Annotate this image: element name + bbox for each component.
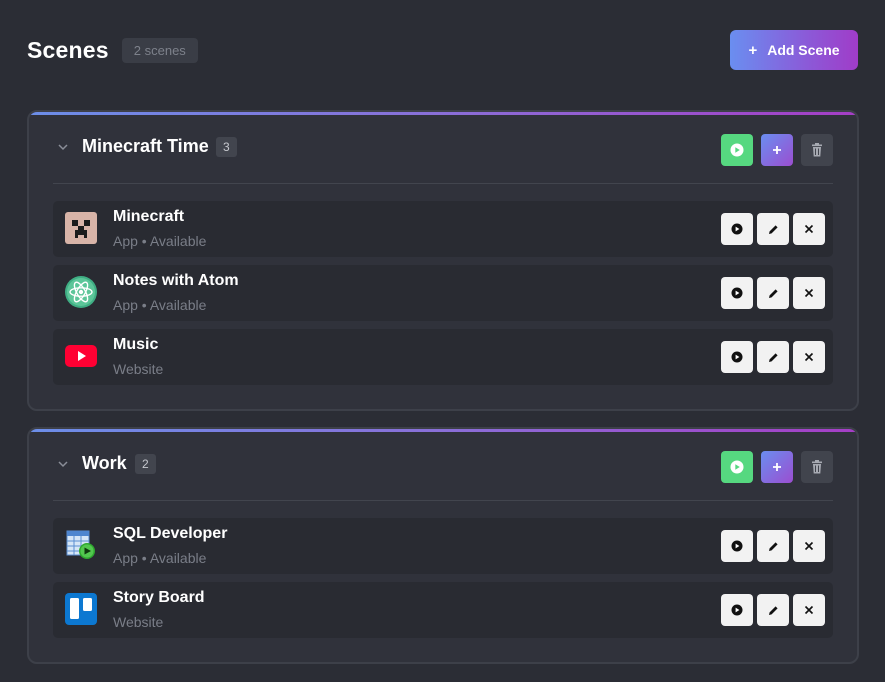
close-icon [804,605,814,615]
delete-scene-button[interactable] [801,451,833,483]
pencil-icon [768,224,778,234]
trash-icon [812,460,822,474]
close-icon [804,541,814,551]
item-name: Notes with Atom [113,272,239,289]
scene-name: Work [82,453,127,473]
pencil-icon [768,352,778,362]
remove-item-button[interactable] [793,277,825,309]
remove-item-button[interactable] [793,530,825,562]
item-name: Story Board [113,589,205,606]
item-meta: App • Available [113,550,207,566]
scene-item: Minecraft App • Available [53,201,833,257]
scene-accent-bar [29,112,857,115]
add-item-button[interactable] [761,451,793,483]
launch-scene-button[interactable] [721,451,753,483]
pencil-icon [768,541,778,551]
trello-icon [65,593,97,625]
edit-item-button[interactable] [757,341,789,373]
launch-scene-button[interactable] [721,134,753,166]
scene-header: Minecraft Time 3 [53,132,833,184]
item-meta: Website [113,614,164,630]
launch-item-button[interactable] [721,341,753,373]
launch-item-button[interactable] [721,277,753,309]
sql-developer-icon [65,529,97,561]
page-header: Scenes 2 scenes + Add Scene [27,30,858,70]
item-name: Minecraft [113,208,185,225]
scene-count-badge: 2 scenes [121,37,198,63]
item-name: SQL Developer [113,525,228,542]
plus-icon [773,146,781,154]
chevron-down-icon[interactable] [57,458,69,470]
launch-item-button[interactable] [721,530,753,562]
minecraft-icon [65,212,97,244]
remove-item-button[interactable] [793,213,825,245]
edit-item-button[interactable] [757,594,789,626]
pencil-icon [768,288,778,298]
page-title: Scenes [27,36,109,63]
pencil-icon [768,605,778,615]
scene-name: Minecraft Time [82,136,209,156]
atom-icon [65,276,97,308]
youtube-icon [65,340,97,372]
scene-card: Minecraft Time 3 Minecraft App • Availab [27,110,859,411]
plus-icon: + [748,41,758,59]
add-scene-label: Add Scene [767,42,840,58]
launch-item-button[interactable] [721,213,753,245]
scene-item-count: 2 [135,454,156,474]
scene-item-count: 3 [216,137,237,157]
plus-icon [773,463,781,471]
play-circle-icon [731,287,743,299]
launch-item-button[interactable] [721,594,753,626]
edit-item-button[interactable] [757,277,789,309]
play-circle-icon [731,351,743,363]
edit-item-button[interactable] [757,213,789,245]
item-meta: App • Available [113,297,207,313]
play-circle-icon [730,143,744,157]
scene-item: Notes with Atom App • Available [53,265,833,321]
item-meta: App • Available [113,233,207,249]
remove-item-button[interactable] [793,341,825,373]
scene-item: Story Board Website [53,582,833,638]
add-scene-button[interactable]: + Add Scene [730,30,858,70]
trash-icon [812,143,822,157]
delete-scene-button[interactable] [801,134,833,166]
item-meta: Website [113,361,164,377]
item-name: Music [113,336,159,353]
play-circle-icon [730,460,744,474]
scene-card: Work 2 SQL Developer App • Available Sto… [27,427,859,664]
close-icon [804,352,814,362]
scene-accent-bar [29,429,857,432]
scene-item: SQL Developer App • Available [53,518,833,574]
close-icon [804,288,814,298]
chevron-down-icon[interactable] [57,141,69,153]
scene-header: Work 2 [53,449,833,501]
play-circle-icon [731,604,743,616]
close-icon [804,224,814,234]
add-item-button[interactable] [761,134,793,166]
scene-item: Music Website [53,329,833,385]
play-circle-icon [731,540,743,552]
edit-item-button[interactable] [757,530,789,562]
remove-item-button[interactable] [793,594,825,626]
play-circle-icon [731,223,743,235]
